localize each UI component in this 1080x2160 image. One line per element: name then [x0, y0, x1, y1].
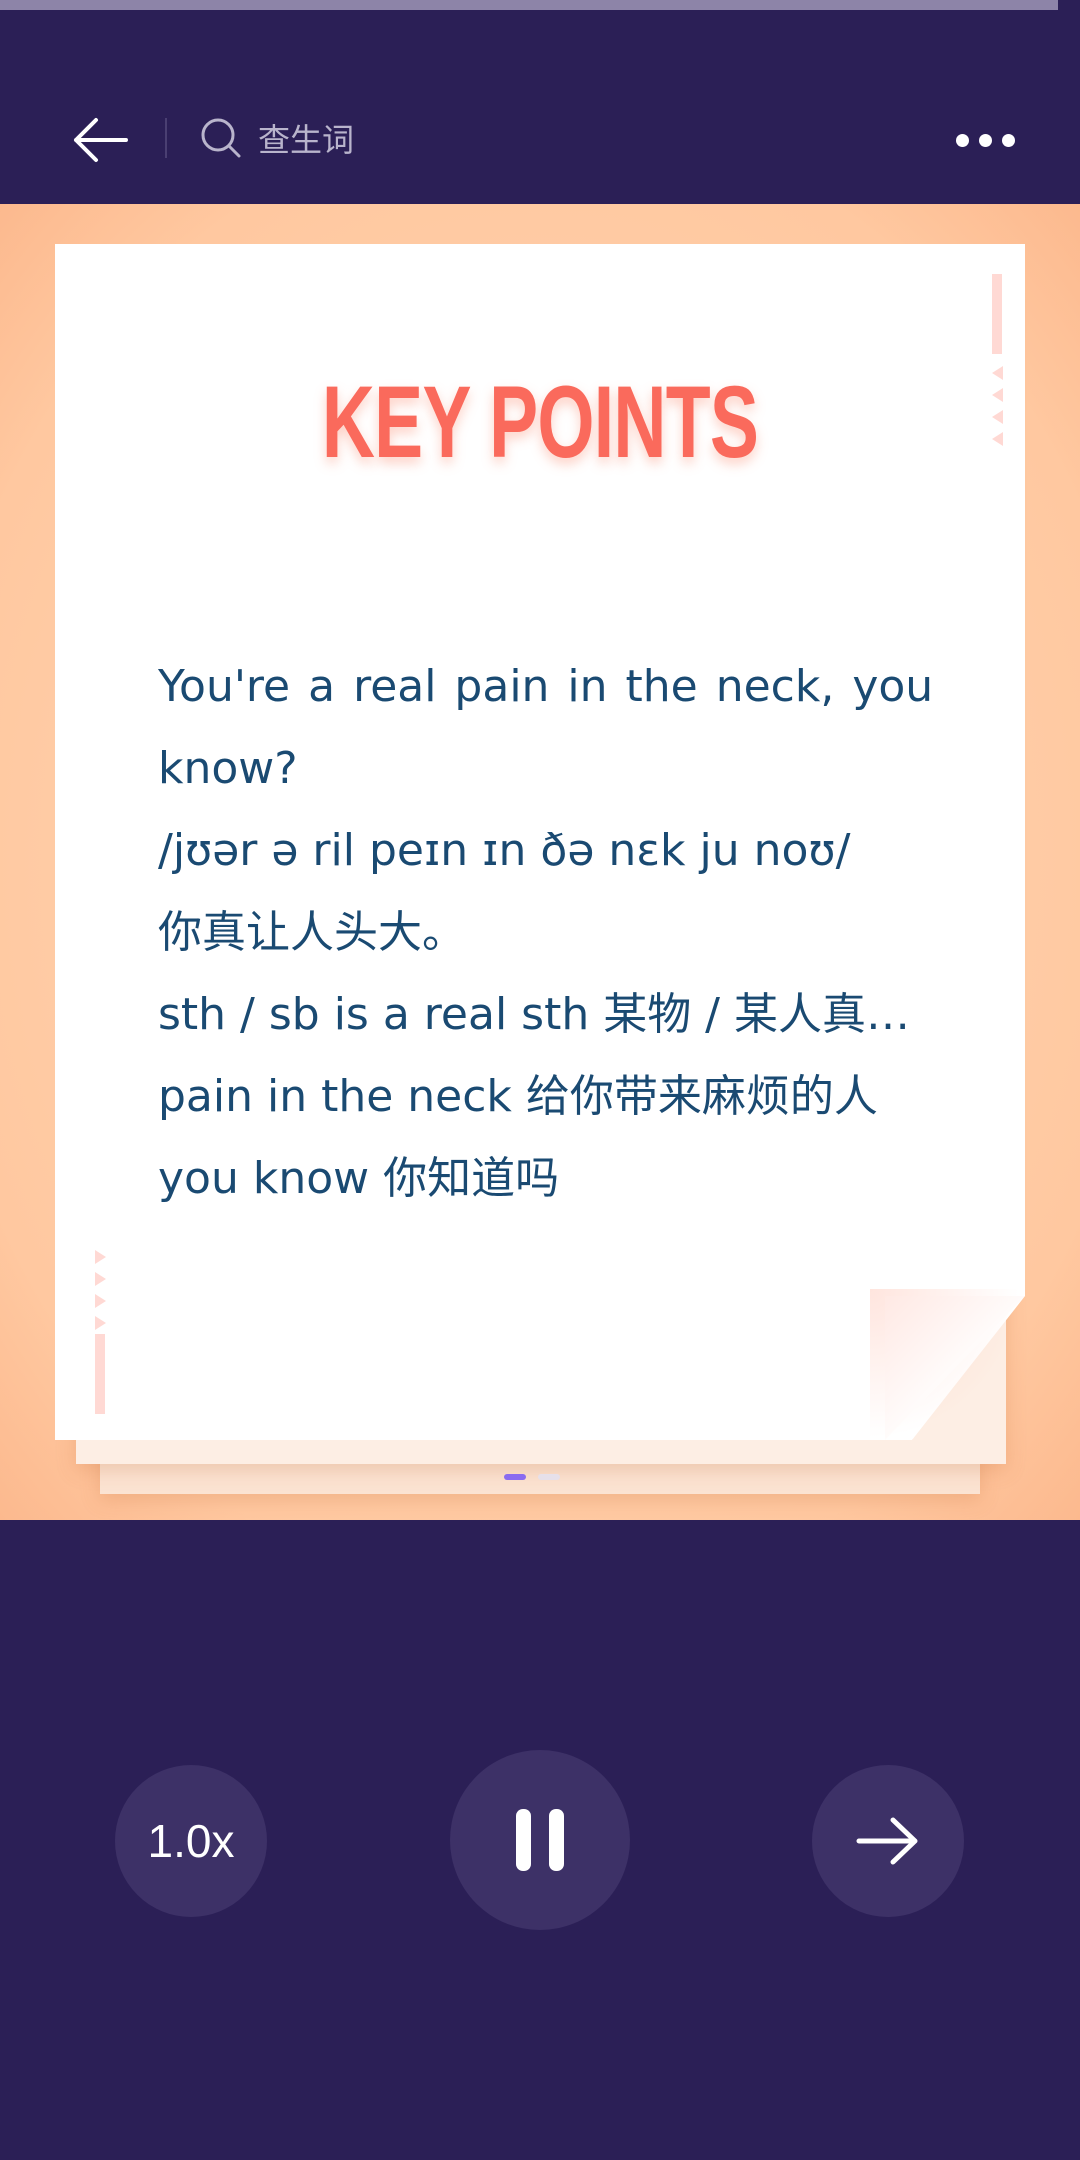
vocab-item: sth / sb is a real sth 某物 / 某人真…: [158, 989, 910, 1040]
header-divider: [165, 118, 167, 158]
arrow-right-icon: [856, 1817, 918, 1865]
search-label: 查生词: [258, 121, 355, 159]
decor-triangle: [95, 1250, 106, 1264]
more-dots-icon: [955, 133, 969, 147]
back-button[interactable]: [60, 110, 140, 170]
more-options-button[interactable]: [945, 110, 1025, 170]
decor-triangle: [992, 432, 1003, 446]
decor-triangle: [992, 366, 1003, 380]
pause-icon: [516, 1809, 564, 1871]
more-dot: [1001, 133, 1015, 147]
top-bar: 查生词: [0, 70, 1080, 202]
next-button[interactable]: [812, 1765, 964, 1917]
decor-triangle: [95, 1316, 106, 1330]
playback-progress-bar[interactable]: [0, 0, 1080, 10]
speed-label: 1.0x: [147, 1815, 235, 1867]
phonetic-transcription: /jʊər ə ril peɪn ɪn ðə nɛk ju noʊ/: [158, 825, 851, 876]
more-dot: [978, 133, 992, 147]
page-dot: [538, 1474, 560, 1480]
decor-triangle: [95, 1294, 106, 1308]
playback-progress-fill: [0, 0, 1059, 10]
decor-triangle: [95, 1272, 106, 1286]
decor-bar: [95, 1334, 105, 1414]
decor-triangle: [992, 410, 1003, 424]
back-arrow-icon: [74, 118, 128, 162]
page-indicator: [504, 1474, 572, 1480]
playback-controls: 1.0x: [0, 1750, 1080, 1930]
vocab-item: you know 你知道吗: [158, 1153, 560, 1204]
pause-button[interactable]: [450, 1750, 630, 1930]
card-content: You're a real pain in the neck, you know…: [158, 646, 938, 1220]
translation: 你真让人头大。: [158, 907, 466, 958]
card-title: KEY POINTS: [321, 365, 759, 479]
page-dot-active: [504, 1474, 526, 1480]
lookup-word-search[interactable]: 查生词: [200, 108, 354, 168]
example-sentence: You're a real pain in the neck, you know…: [158, 661, 934, 794]
playback-speed-button[interactable]: 1.0x: [115, 1765, 267, 1917]
search-icon: [201, 118, 241, 158]
lesson-card-area[interactable]: KEY POINTS You're a real pain in the nec…: [0, 204, 1080, 1520]
decor-bar: [992, 274, 1002, 354]
decor-triangle: [992, 388, 1003, 402]
vocab-item: pain in the neck 给你带来麻烦的人: [158, 1071, 878, 1122]
